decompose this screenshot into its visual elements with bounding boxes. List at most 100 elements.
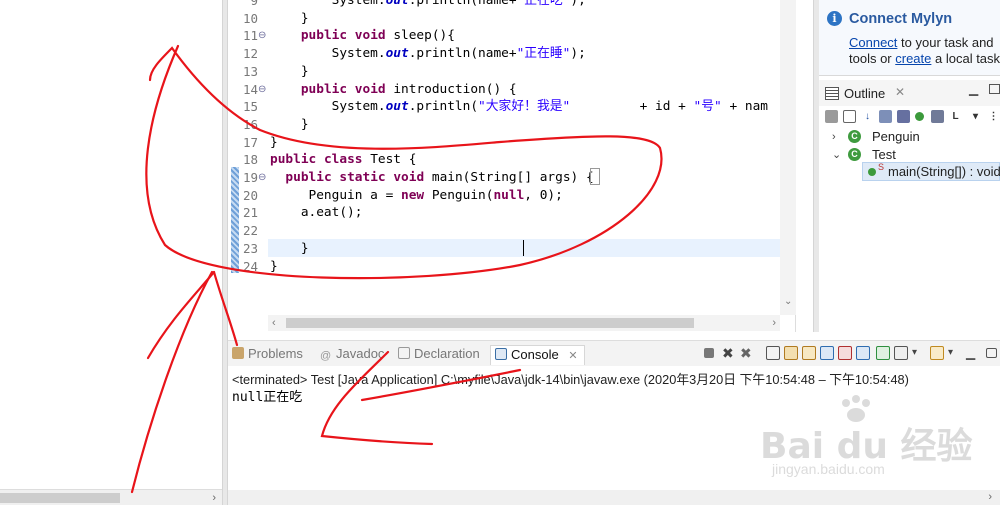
code-line[interactable]: System.out.println(name+"正在睡"); bbox=[270, 45, 586, 63]
code-line[interactable]: Penguin a = new Penguin(null, 0); bbox=[270, 187, 563, 205]
new-console-icon[interactable] bbox=[930, 346, 944, 360]
view-menu-icon[interactable]: ▾ bbox=[969, 110, 982, 123]
tab-console[interactable]: Console ✕ bbox=[490, 345, 585, 365]
remove-all-icon[interactable]: ✖ bbox=[740, 346, 754, 360]
close-icon[interactable]: ✕ bbox=[568, 350, 577, 362]
hide-local-types-icon[interactable] bbox=[931, 110, 944, 123]
tab-declaration[interactable]: Declaration bbox=[398, 345, 480, 365]
scroll-lock-icon[interactable] bbox=[784, 346, 798, 360]
console-status-line: <terminated> Test [Java Application] C:\… bbox=[232, 372, 909, 387]
line-number: 13 bbox=[242, 63, 258, 79]
dropdown-arrow-icon[interactable]: ▾ bbox=[912, 346, 926, 360]
mylyn-title: Connect Mylyn bbox=[849, 11, 953, 27]
fold-toggle-icon[interactable]: ⊖ bbox=[258, 81, 268, 99]
code-line[interactable]: public void sleep(){ bbox=[270, 27, 455, 45]
dropdown-arrow-icon[interactable]: ▾ bbox=[948, 346, 962, 360]
editor-scroll-thumb[interactable] bbox=[286, 318, 694, 328]
collapse-all-icon[interactable] bbox=[825, 110, 838, 123]
line-number: 17 bbox=[242, 134, 258, 150]
create-link[interactable]: create bbox=[895, 51, 931, 66]
code-line[interactable]: public class Test { bbox=[270, 151, 416, 169]
maximize-icon[interactable] bbox=[986, 348, 997, 358]
class-icon: C bbox=[848, 130, 861, 143]
scroll-down-arrow-icon[interactable]: ⌄ bbox=[784, 296, 792, 307]
fold-toggle-icon[interactable]: ⊖ bbox=[258, 27, 268, 45]
quick-diff-change-bar bbox=[231, 167, 239, 273]
line-number: 14 bbox=[242, 81, 258, 97]
close-icon[interactable]: ✕ bbox=[895, 85, 905, 99]
code-line[interactable]: public void introduction() { bbox=[270, 81, 517, 99]
package-explorer-pane: › bbox=[0, 0, 222, 505]
java-editor[interactable]: 9 10 11 ⊖ 12 13 14 ⊖ 15 16 17 18 19 ⊖ 20 21 22 23 24 Syste… bbox=[228, 0, 796, 332]
code-line[interactable]: public static void main(String[] args) { bbox=[270, 169, 593, 187]
scroll-right-arrow-icon[interactable]: › bbox=[988, 490, 992, 505]
more-icon[interactable]: ⋮ bbox=[987, 110, 1000, 123]
tab-javadoc[interactable]: @ Javadoc bbox=[320, 345, 384, 365]
tab-label: Javadoc bbox=[336, 346, 385, 361]
open-console-icon[interactable] bbox=[894, 346, 908, 360]
mylyn-line1-text: to your task and bbox=[897, 35, 994, 50]
editor-horizontal-scrollbar[interactable]: ‹ › bbox=[268, 315, 780, 331]
explorer-horizontal-scrollbar[interactable]: › bbox=[0, 489, 222, 505]
link-editor-icon[interactable]: L bbox=[949, 110, 962, 123]
clear-console-icon[interactable] bbox=[766, 346, 780, 360]
declaration-icon bbox=[398, 347, 410, 359]
minimize-icon[interactable]: ▁ bbox=[969, 82, 978, 96]
mylyn-line2-pre: tools or bbox=[849, 51, 896, 66]
tab-label: Declaration bbox=[414, 346, 480, 361]
explorer-scroll-thumb[interactable] bbox=[0, 493, 120, 503]
remove-launch-icon[interactable]: ✖ bbox=[722, 346, 736, 360]
hide-fields-icon[interactable] bbox=[879, 110, 892, 123]
mylyn-panel: i Connect Mylyn Connect to your task and… bbox=[819, 0, 1000, 76]
show-on-output-icon[interactable] bbox=[820, 346, 834, 360]
code-line[interactable]: System.out.println(name+"正在吃"); bbox=[270, 0, 586, 10]
code-line[interactable]: } bbox=[270, 116, 309, 134]
outline-tree[interactable] bbox=[819, 128, 1000, 332]
tab-label: Console bbox=[511, 347, 559, 362]
sort-icon[interactable]: ↓ bbox=[861, 110, 874, 123]
code-line[interactable]: } bbox=[270, 134, 278, 152]
connect-link[interactable]: Connect bbox=[849, 35, 897, 50]
show-on-error-icon[interactable] bbox=[838, 346, 852, 360]
outline-view-tab[interactable]: Outline ✕ ▁ bbox=[819, 80, 1000, 106]
code-line[interactable]: } bbox=[270, 63, 309, 81]
info-icon: i bbox=[827, 11, 842, 26]
code-line[interactable]: System.out.println("大家好！我是" + id + "号" +… bbox=[270, 98, 768, 116]
collapse-icon[interactable] bbox=[843, 110, 856, 123]
tree-label: Penguin bbox=[872, 129, 920, 144]
minimize-icon[interactable]: ▁ bbox=[966, 346, 980, 360]
maximize-icon[interactable] bbox=[989, 84, 1000, 94]
console-icon bbox=[495, 348, 507, 360]
word-wrap-icon[interactable] bbox=[802, 346, 816, 360]
tree-label: main(String[]) : void bbox=[888, 164, 1000, 179]
line-number: 16 bbox=[242, 116, 258, 132]
baidu-jingyan-watermark: Bai du 经验 jingyan.baidu.com bbox=[760, 395, 973, 485]
terminate-icon[interactable] bbox=[704, 348, 714, 358]
outline-title: Outline bbox=[844, 86, 886, 101]
tab-problems[interactable]: Problems bbox=[232, 345, 303, 365]
at-icon: @ bbox=[320, 350, 332, 362]
code-line[interactable]: } bbox=[270, 240, 309, 258]
hide-static-icon[interactable] bbox=[897, 110, 910, 123]
hide-nonpublic-icon[interactable] bbox=[915, 112, 924, 121]
console-output-text: null正在吃 bbox=[232, 390, 303, 405]
fold-toggle-icon[interactable]: ⊖ bbox=[258, 169, 268, 187]
console-horizontal-scrollbar[interactable]: › bbox=[228, 490, 1000, 505]
mylyn-line2-text: a local task bbox=[931, 51, 1000, 66]
line-number: 9 bbox=[250, 0, 258, 8]
method-icon bbox=[868, 168, 876, 176]
scroll-left-arrow-icon[interactable]: ‹ bbox=[272, 315, 276, 331]
display-selected-console-icon[interactable] bbox=[876, 346, 890, 360]
line-number: 10 bbox=[242, 10, 258, 26]
text-caret bbox=[523, 240, 524, 256]
expand-icon[interactable]: › bbox=[832, 128, 842, 146]
collapse-icon[interactable]: ⌄ bbox=[832, 146, 842, 164]
scroll-right-arrow-icon[interactable]: › bbox=[772, 315, 776, 331]
pin-console-icon[interactable] bbox=[856, 346, 870, 360]
editor-vertical-scrollbar[interactable]: ⌄ bbox=[780, 0, 796, 315]
scroll-right-arrow-icon[interactable]: › bbox=[212, 490, 216, 505]
code-line[interactable]: } bbox=[270, 258, 278, 276]
code-line[interactable]: } bbox=[270, 10, 309, 28]
outline-icon bbox=[825, 87, 839, 100]
code-line[interactable]: a.eat(); bbox=[270, 204, 363, 222]
